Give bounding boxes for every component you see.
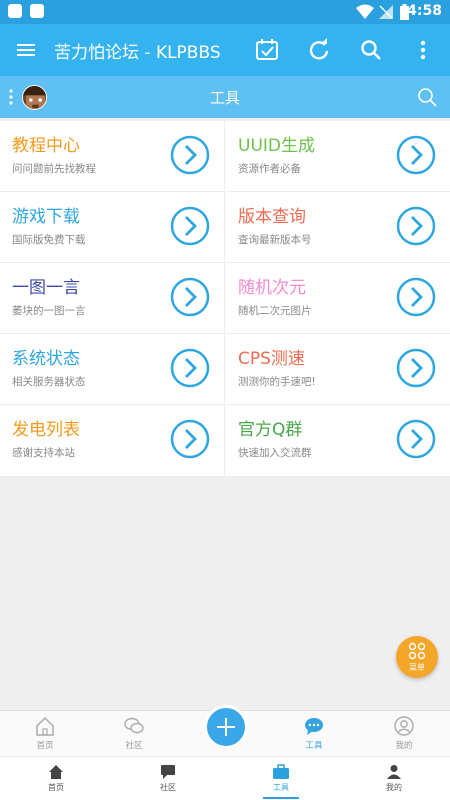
tool-subtitle: 相关服务器状态 <box>12 376 86 388</box>
grid-menu-icon <box>408 642 426 660</box>
arrow-right-circle-icon[interactable] <box>170 277 210 317</box>
wifi-icon <box>356 4 374 19</box>
tab-mine[interactable]: 我的 <box>374 715 434 751</box>
tab-label: 首页 <box>48 783 64 792</box>
plus-icon <box>217 718 235 736</box>
tool-title: 一图一言 <box>12 278 80 298</box>
floating-menu-button[interactable]: 菜单 <box>396 636 438 678</box>
calendar-check-icon[interactable] <box>254 37 280 63</box>
search-icon[interactable] <box>416 86 438 108</box>
tool-subtitle: 萎块的一图一言 <box>12 305 86 317</box>
tab-home[interactable]: 首页 <box>15 715 75 751</box>
tool-tile-sponsor-list[interactable]: 发电列表 感谢支持本站 <box>0 405 224 476</box>
comment-icon <box>161 765 175 779</box>
tool-tile-cps-test[interactable]: CPS测速 测测你的手速吧! <box>226 334 450 405</box>
arrow-right-circle-icon[interactable] <box>396 135 436 175</box>
bottom-tab-mine[interactable]: 我的 <box>364 764 424 793</box>
tab-label: 我的 <box>386 783 402 792</box>
no-signal-icon <box>379 5 393 19</box>
briefcase-icon <box>273 764 289 779</box>
tool-subtitle: 测测你的手速吧! <box>238 376 316 388</box>
tool-title: 系统状态 <box>12 349 80 369</box>
person-circle-outline-icon <box>394 716 414 736</box>
create-post-button[interactable] <box>204 705 248 749</box>
status-bar: 4:58 <box>0 0 450 24</box>
tool-title: 游戏下载 <box>12 207 80 227</box>
search-icon[interactable] <box>358 37 384 63</box>
tab-label: 工具 <box>305 741 323 751</box>
tab-label: 社区 <box>160 783 176 792</box>
tools-grid: 教程中心 问问题前先找教程 UUID生成 资源作者必备 游戏下载 国际版免费下载… <box>0 121 450 476</box>
tool-subtitle: 随机二次元图片 <box>238 305 312 317</box>
sub-header: 工具 <box>0 76 450 118</box>
tab-tools[interactable]: 工具 <box>284 715 344 751</box>
tool-title: 教程中心 <box>12 136 80 156</box>
chat-bubble-filled-icon <box>305 718 323 735</box>
hamburger-menu-icon[interactable] <box>14 38 38 62</box>
clock: 4:58 <box>407 3 442 19</box>
tool-title: 官方Q群 <box>238 420 303 440</box>
tool-tile-uuid-generator[interactable]: UUID生成 资源作者必备 <box>226 121 450 192</box>
tool-tile-image-quote[interactable]: 一图一言 萎块的一图一言 <box>0 263 224 334</box>
arrow-right-circle-icon[interactable] <box>396 348 436 388</box>
tool-tile-random-anime[interactable]: 随机次元 随机二次元图片 <box>226 263 450 334</box>
tool-tile-official-qq-group[interactable]: 官方Q群 快速加入交流群 <box>226 405 450 476</box>
tab-label: 我的 <box>395 741 413 751</box>
arrow-right-circle-icon[interactable] <box>170 348 210 388</box>
bottom-tab-tools[interactable]: 工具 <box>251 764 311 799</box>
tool-title: 版本查询 <box>238 207 306 227</box>
arrow-right-circle-icon[interactable] <box>396 419 436 459</box>
more-vert-icon[interactable] <box>410 37 436 63</box>
arrow-right-circle-icon[interactable] <box>170 135 210 175</box>
active-tab-indicator <box>263 797 299 799</box>
tab-bar-bottom: 首页 社区 工具 我的 <box>0 756 450 800</box>
notification-icon <box>30 4 44 18</box>
tab-label: 社区 <box>125 741 143 751</box>
tool-subtitle: 问问题前先找教程 <box>12 163 96 175</box>
tool-tile-game-download[interactable]: 游戏下载 国际版免费下载 <box>0 192 224 263</box>
tool-subtitle: 资源作者必备 <box>238 163 301 175</box>
app-title: 苦力怕论坛 - KLPBBS <box>54 43 221 63</box>
arrow-right-circle-icon[interactable] <box>170 419 210 459</box>
chat-bubbles-outline-icon <box>124 717 144 734</box>
tool-title: UUID生成 <box>238 136 315 156</box>
app-bar: 苦力怕论坛 - KLPBBS <box>0 24 450 76</box>
notification-icon <box>8 4 22 18</box>
home-outline-icon <box>36 716 54 736</box>
tool-subtitle: 感谢支持本站 <box>12 447 75 459</box>
grid-divider <box>224 121 225 476</box>
tool-subtitle: 快速加入交流群 <box>238 447 312 459</box>
tool-tile-system-status[interactable]: 系统状态 相关服务器状态 <box>0 334 224 405</box>
refresh-icon[interactable] <box>306 37 332 63</box>
arrow-right-circle-icon[interactable] <box>396 277 436 317</box>
person-icon <box>387 765 401 779</box>
arrow-right-circle-icon[interactable] <box>396 206 436 246</box>
page-title: 工具 <box>209 89 240 107</box>
tool-title: CPS测速 <box>238 349 305 369</box>
tool-tile-tutorial-center[interactable]: 教程中心 问问题前先找教程 <box>0 121 224 192</box>
bottom-tab-home[interactable]: 首页 <box>26 764 86 793</box>
tab-community[interactable]: 社区 <box>104 715 164 751</box>
tab-label: 首页 <box>36 741 54 751</box>
arrow-right-circle-icon[interactable] <box>170 206 210 246</box>
tab-label: 工具 <box>273 783 289 792</box>
tool-subtitle: 国际版免费下载 <box>12 234 86 246</box>
home-icon <box>49 765 63 779</box>
tool-title: 随机次元 <box>238 278 306 298</box>
bottom-tab-community[interactable]: 社区 <box>138 764 198 793</box>
floating-menu-label: 菜单 <box>409 663 425 672</box>
tool-subtitle: 查询最新版本号 <box>238 234 312 246</box>
tool-tile-version-query[interactable]: 版本查询 查询最新版本号 <box>226 192 450 263</box>
tool-title: 发电列表 <box>12 420 80 440</box>
